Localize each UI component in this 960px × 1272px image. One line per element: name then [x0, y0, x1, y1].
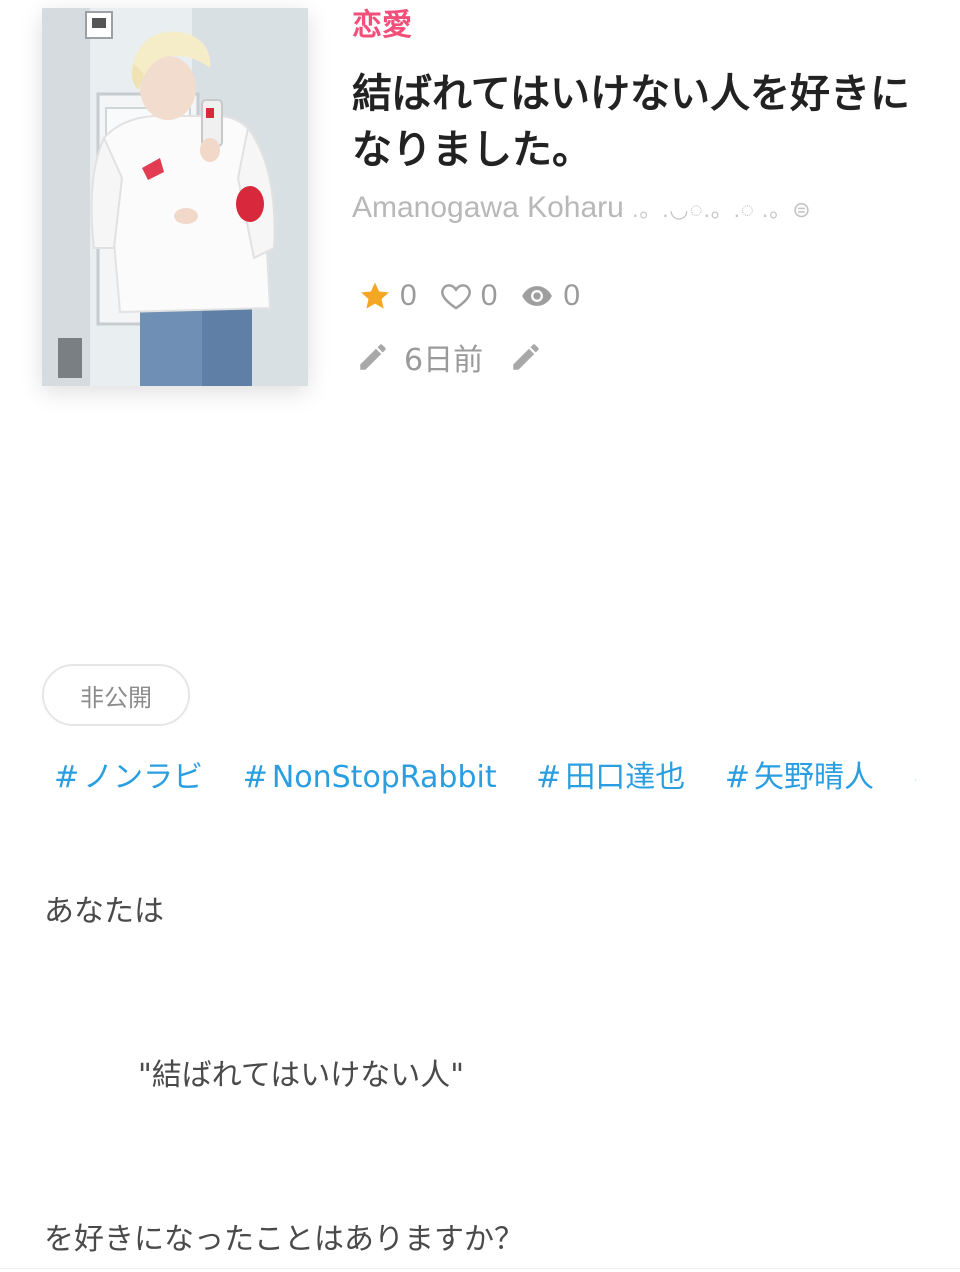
- genre-label[interactable]: 恋愛: [352, 8, 412, 44]
- tag-item[interactable]: #松: [914, 754, 916, 802]
- tag-item[interactable]: # ノンラビ: [54, 754, 203, 802]
- view-count-value: 0: [563, 279, 581, 312]
- pencil-icon: [360, 344, 386, 370]
- tag-item[interactable]: # 田口達也: [536, 754, 685, 802]
- tag-item[interactable]: # NonStopRabbit: [243, 754, 497, 802]
- star-icon: [361, 282, 389, 309]
- tag-list: #ノンラビ #NonStopRabbit #田口達也 #矢野晴人 #松: [54, 754, 916, 806]
- cover-photo: [42, 8, 308, 386]
- like-count-value: 0: [480, 279, 498, 312]
- story-text-line: を好きになったことはありますか？: [44, 1222, 524, 1257]
- divider: [0, 1268, 960, 1269]
- status-badge: 非公開: [42, 664, 190, 726]
- eye-icon: [522, 286, 553, 306]
- updated-time: 6日前: [404, 343, 484, 378]
- story-text-line: あなたは: [44, 894, 164, 929]
- like-count[interactable]: 0: [439, 279, 498, 313]
- story-title: 結ばれてはいけない人を好きになりました。: [352, 71, 910, 173]
- update-info: 6日前: [356, 336, 543, 378]
- story-stats: 0 0 0: [358, 276, 602, 316]
- story-page: 恋愛 結ばれてはいけない人を好きになりました。 Amanogawa Koharu…: [0, 0, 960, 1272]
- cover-image[interactable]: [42, 8, 308, 386]
- author-decoration: .。.◡◌.。.◌ .。⊜: [632, 197, 812, 222]
- view-count: 0: [519, 279, 580, 313]
- heart-icon: [440, 284, 471, 310]
- story-text-line: "結ばれてはいけない人": [138, 1058, 465, 1093]
- star-count[interactable]: 0: [358, 279, 417, 313]
- tag-item[interactable]: # 矢野晴人: [725, 754, 874, 802]
- author-line[interactable]: Amanogawa Koharu .。.◡◌.。.◌ .。⊜: [352, 188, 812, 230]
- star-count-value: 0: [400, 279, 417, 312]
- author-name[interactable]: Amanogawa Koharu: [352, 191, 624, 224]
- edit-pencil-icon[interactable]: [509, 340, 543, 374]
